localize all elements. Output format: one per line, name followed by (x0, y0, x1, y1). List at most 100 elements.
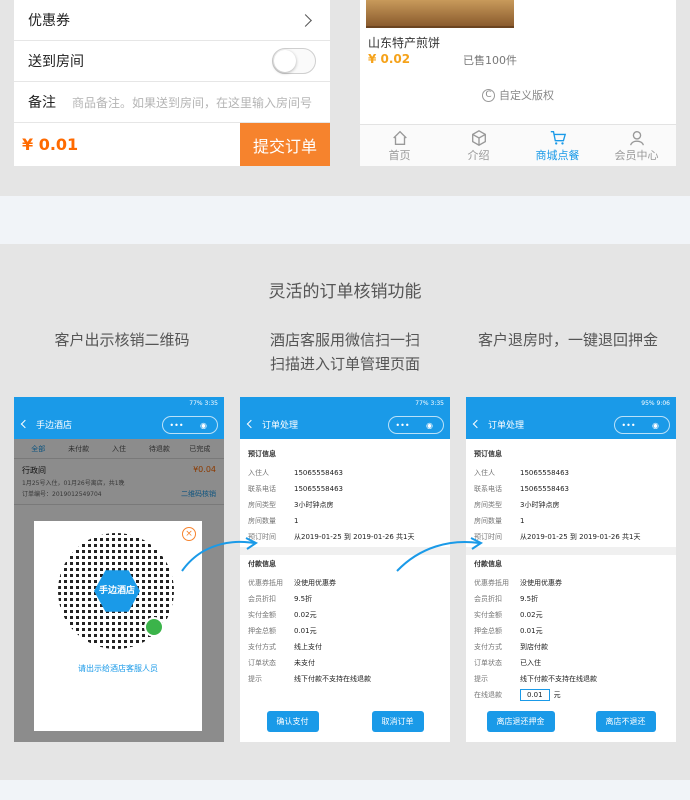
action-buttons: 离店退还押金 离店不退还 (466, 711, 676, 732)
detail-row: 入住人 15065558463 (474, 465, 668, 481)
back-icon[interactable] (472, 419, 482, 429)
detail-key: 房间类型 (474, 501, 502, 509)
detail-row: 优惠券抵用 没使用优惠券 (474, 575, 668, 591)
detail-row: 押金总额 0.01元 (248, 623, 442, 639)
detail-value: 到店付款 (520, 643, 548, 651)
nav-bar: 手边酒店 ••• ◉ (14, 409, 224, 439)
close-circle-icon[interactable]: ◉ (642, 421, 669, 430)
product-name[interactable]: 山东特产煎饼 (368, 34, 440, 51)
no-refund-button[interactable]: 离店不退还 (595, 711, 656, 732)
order-footer: ¥ 0.01 提交订单 (14, 123, 330, 166)
detail-row: 提示 线下付款不支持在线退款 (248, 671, 442, 687)
deliver-toggle[interactable] (272, 48, 316, 74)
confirm-pay-button[interactable]: 确认支付 (266, 711, 319, 732)
coupon-label: 优惠券 (28, 13, 70, 29)
nav-bar: 订单处理 ••• ◉ (466, 409, 676, 439)
detail-key: 支付方式 (248, 643, 276, 651)
flow-arrow-icon (181, 537, 258, 572)
section-payment: 付款信息 (474, 560, 502, 568)
detail-key: 房间数量 (474, 517, 502, 525)
detail-row: 房间数量 1 (474, 513, 668, 529)
detail-value: 15065558463 (294, 469, 343, 477)
coupon-row[interactable]: 优惠券 (14, 0, 330, 41)
cancel-order-button[interactable]: 取消订单 (371, 711, 424, 732)
shop-panel: 山东特产煎饼 ¥ 0.02 已售100件 C 自定义版权 首页 介绍 商城点餐 … (360, 0, 676, 166)
detail-key: 提示 (248, 675, 262, 683)
tab-intro[interactable]: 介绍 (439, 125, 518, 166)
detail-row: 联系电话 15065558463 (474, 481, 668, 497)
section-booking: 预订信息 (248, 450, 276, 458)
close-circle-icon[interactable]: ◉ (416, 421, 443, 430)
tab-label: 会员中心 (614, 148, 659, 162)
detail-row: 会员折扣 9.5折 (474, 591, 668, 607)
detail-row: 提示 线下付款不支持在线退款 (474, 671, 668, 687)
phone-refund: 95% 9:06 订单处理 ••• ◉ 预订信息 入住人 15065558463 联… (466, 397, 676, 742)
detail-row: 优惠券抵用 没使用优惠券 (248, 575, 442, 591)
detail-row: 订单状态 未支付 (248, 655, 442, 671)
product-sold: 已售100件 (463, 54, 517, 67)
back-icon[interactable] (246, 419, 256, 429)
tab-home[interactable]: 首页 (360, 125, 439, 166)
deliver-row: 送到房间 (14, 41, 330, 82)
action-buttons: 确认支付 取消订单 (240, 711, 450, 732)
detail-row: 实付金额 0.02元 (474, 607, 668, 623)
submit-order-button[interactable]: 提交订单 (240, 123, 330, 166)
mini-program-icon (144, 617, 164, 637)
detail-value: 1 (520, 517, 525, 525)
copyright-icon: C (482, 88, 495, 102)
tab-shop[interactable]: 商城点餐 (518, 125, 597, 166)
detail-row: 会员折扣 9.5折 (248, 591, 442, 607)
nav-title: 订单处理 (488, 420, 525, 431)
remark-row: 备注 商品备注。如果送到房间，在这里输入房间号 (14, 82, 330, 123)
detail-key: 押金总额 (248, 627, 276, 635)
refund-deposit-button[interactable]: 离店退还押金 (486, 711, 555, 732)
mini-program-capsule[interactable]: ••• ◉ (614, 416, 670, 434)
detail-value: 3小时钟点房 (294, 501, 334, 509)
detail-value: 未支付 (294, 659, 315, 667)
detail-key: 会员折扣 (474, 595, 502, 603)
detail-value: 0.01元 (294, 627, 317, 635)
detail-key: 实付金额 (248, 611, 276, 619)
tab-bar: 首页 介绍 商城点餐 会员中心 (360, 124, 676, 166)
detail-value: 1 (294, 517, 299, 525)
order-detail: 预订信息 入住人 15065558463 联系电话 15065558463 房间类型… (466, 439, 676, 709)
toggle-knob (274, 50, 296, 72)
detail-key: 联系电话 (248, 485, 276, 493)
more-icon[interactable]: ••• (615, 421, 642, 430)
home-icon (392, 130, 407, 145)
detail-value: 线上支付 (294, 643, 322, 651)
cube-icon (471, 129, 486, 146)
mini-program-capsule[interactable]: ••• ◉ (162, 416, 218, 434)
product-image[interactable] (366, 0, 514, 28)
chevron-right-icon (299, 13, 312, 27)
refund-amount-input[interactable]: 0.01 (520, 689, 550, 701)
detail-value: 15065558463 (294, 485, 343, 493)
close-circle-icon[interactable]: ◉ (190, 421, 217, 430)
back-icon[interactable] (20, 419, 30, 429)
product-price: ¥ 0.02 (368, 52, 411, 66)
mini-program-capsule[interactable]: ••• ◉ (388, 416, 444, 434)
detail-key: 会员折扣 (248, 595, 276, 603)
nav-title: 订单处理 (262, 420, 299, 431)
detail-value: 3小时钟点房 (520, 501, 560, 509)
status-bar: 77% 3:35 (14, 397, 224, 409)
order-total: ¥ 0.01 (22, 135, 79, 154)
more-icon[interactable]: ••• (163, 421, 190, 430)
detail-row: 房间类型 3小时钟点房 (474, 497, 668, 513)
detail-value: 15065558463 (520, 485, 569, 493)
more-icon[interactable]: ••• (389, 421, 416, 430)
step1-caption: 客户出示核销二维码 (54, 331, 190, 349)
remark-input[interactable]: 商品备注。如果送到房间，在这里输入房间号 (72, 94, 312, 111)
detail-row: 押金总额 0.01元 (474, 623, 668, 639)
detail-key: 入住人 (248, 469, 269, 477)
detail-row: 支付方式 到店付款 (474, 639, 668, 655)
section-booking: 预订信息 (474, 450, 502, 458)
detail-key: 入住人 (474, 469, 495, 477)
detail-key: 联系电话 (474, 485, 502, 493)
tab-member[interactable]: 会员中心 (597, 125, 676, 166)
detail-value: 从2019-01-25 到 2019-01-26 共1天 (520, 533, 641, 541)
detail-row: 房间数量 1 (248, 513, 442, 529)
detail-value: 没使用优惠券 (294, 579, 336, 587)
tab-label: 首页 (388, 148, 411, 162)
detail-key: 优惠券抵用 (474, 579, 509, 587)
